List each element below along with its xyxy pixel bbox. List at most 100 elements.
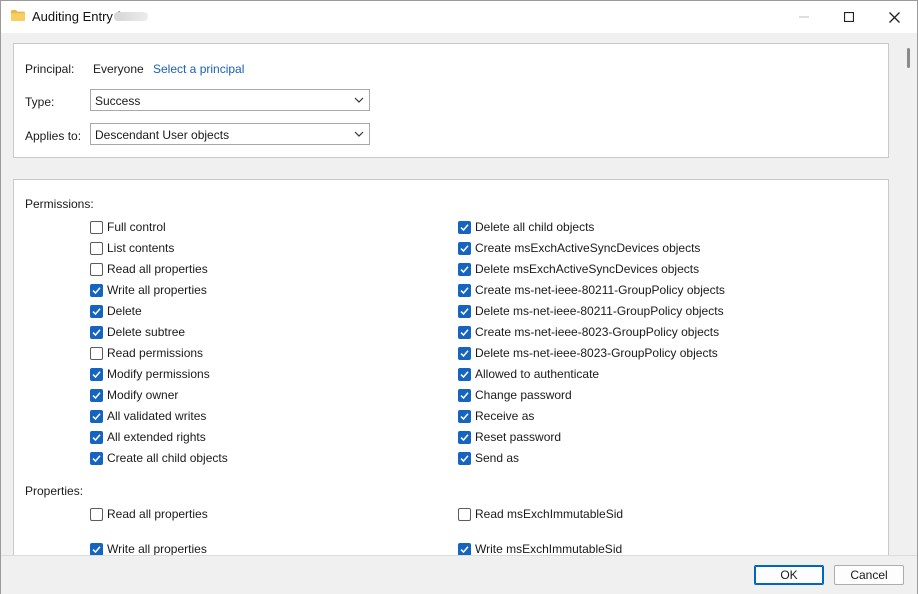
checkbox-label: Read all properties — [107, 507, 208, 521]
checkbox-checked[interactable] — [458, 367, 471, 381]
cancel-button[interactable]: Cancel — [834, 565, 904, 585]
permission-checkbox-row[interactable]: Create msExchActiveSyncDevices objects — [458, 240, 700, 256]
permission-checkbox-row[interactable]: Send as — [458, 450, 519, 466]
select-principal-link[interactable]: Select a principal — [153, 62, 244, 76]
checkbox-checked[interactable] — [458, 388, 471, 402]
permissions-label: Permissions: — [25, 197, 94, 211]
checkbox-checked[interactable] — [458, 451, 471, 465]
minimize-icon — [799, 16, 809, 18]
checkbox-checked[interactable] — [458, 542, 471, 556]
checkbox-checked[interactable] — [90, 542, 103, 556]
permission-checkbox-row[interactable]: List contents — [90, 240, 174, 256]
applies-to-select-value: Descendant User objects — [95, 128, 230, 142]
ok-button[interactable]: OK — [754, 565, 824, 585]
title-bar[interactable]: Auditing Entry for — [1, 1, 917, 33]
checkbox-label: Write msExchImmutableSid — [475, 542, 623, 556]
permission-checkbox-row[interactable]: Read all properties — [90, 506, 208, 522]
checkbox-label: All validated writes — [107, 409, 207, 423]
checkbox-label: Create ms-net-ieee-80211-GroupPolicy obj… — [475, 283, 725, 297]
permission-checkbox-row[interactable]: Delete ms-net-ieee-8023-GroupPolicy obje… — [458, 345, 718, 361]
checkbox-checked[interactable] — [458, 430, 471, 444]
permission-checkbox-row[interactable]: Delete subtree — [90, 324, 185, 340]
permission-checkbox-row[interactable]: Read all properties — [90, 261, 208, 277]
permission-checkbox-row[interactable]: Write all properties — [90, 282, 207, 298]
checkbox-checked[interactable] — [90, 325, 103, 339]
permission-checkbox-row[interactable]: Create ms-net-ieee-80211-GroupPolicy obj… — [458, 282, 725, 298]
permission-checkbox-row[interactable]: Create all child objects — [90, 450, 228, 466]
checkbox-unchecked[interactable] — [90, 241, 103, 255]
permission-checkbox-row[interactable]: Delete ms-net-ieee-80211-GroupPolicy obj… — [458, 303, 724, 319]
checkbox-unchecked[interactable] — [90, 262, 103, 276]
principal-value: Everyone — [93, 62, 144, 76]
checkbox-checked[interactable] — [458, 409, 471, 423]
permission-checkbox-row[interactable]: Create ms-net-ieee-8023-GroupPolicy obje… — [458, 324, 719, 340]
checkbox-label: Modify permissions — [107, 367, 210, 381]
permission-checkbox-row[interactable]: All validated writes — [90, 408, 206, 424]
checkbox-checked[interactable] — [458, 304, 471, 318]
checkbox-checked[interactable] — [458, 241, 471, 255]
permission-checkbox-row[interactable]: Full control — [90, 219, 166, 235]
checkbox-checked[interactable] — [90, 451, 103, 465]
checkbox-checked[interactable] — [458, 262, 471, 276]
checkbox-checked[interactable] — [458, 220, 471, 234]
checkbox-unchecked[interactable] — [90, 346, 103, 360]
checkbox-label: Delete ms-net-ieee-8023-GroupPolicy obje… — [475, 346, 718, 360]
permission-checkbox-row[interactable]: Delete all child objects — [458, 219, 594, 235]
checkbox-label: Reset password — [475, 430, 562, 444]
checkmark-icon — [460, 454, 469, 462]
vertical-scrollbar[interactable] — [903, 43, 913, 555]
type-select[interactable]: Success — [90, 89, 370, 111]
permission-checkbox-row[interactable]: Delete — [90, 303, 142, 319]
close-icon — [888, 11, 900, 23]
checkbox-checked[interactable] — [90, 388, 103, 402]
chevron-down-icon — [354, 131, 364, 137]
permission-checkbox-row[interactable]: Delete msExchActiveSyncDevices objects — [458, 261, 699, 277]
checkbox-checked[interactable] — [90, 283, 103, 297]
checkbox-label: Read permissions — [107, 346, 204, 360]
checkmark-icon — [460, 349, 469, 357]
checkbox-label: Delete msExchActiveSyncDevices objects — [475, 262, 700, 276]
checkmark-icon — [460, 286, 469, 294]
permission-checkbox-row[interactable]: All extended rights — [90, 429, 206, 445]
checkbox-label: Delete subtree — [107, 325, 186, 339]
principal-panel: Principal: Everyone Select a principal T… — [13, 43, 889, 158]
checkbox-checked[interactable] — [90, 304, 103, 318]
checkbox-unchecked[interactable] — [90, 220, 103, 234]
checkbox-checked[interactable] — [90, 430, 103, 444]
permission-checkbox-row[interactable]: Reset password — [458, 429, 561, 445]
maximize-button[interactable] — [826, 1, 872, 33]
scrollbar-thumb[interactable] — [907, 48, 910, 68]
checkmark-icon — [92, 412, 101, 420]
permission-checkbox-row[interactable]: Receive as — [458, 408, 534, 424]
checkbox-label: Create all child objects — [107, 451, 228, 465]
minimize-button[interactable] — [781, 1, 827, 33]
checkbox-label: Read msExchImmutableSid — [475, 507, 624, 521]
checkmark-icon — [460, 328, 469, 336]
checkbox-label: Change password — [475, 388, 572, 402]
permission-checkbox-row[interactable]: Modify permissions — [90, 366, 210, 382]
permission-checkbox-row[interactable]: Allowed to authenticate — [458, 366, 599, 382]
checkbox-label: Allowed to authenticate — [475, 367, 600, 381]
permission-checkbox-row[interactable]: Modify owner — [90, 387, 178, 403]
checkbox-unchecked[interactable] — [90, 507, 103, 521]
close-button[interactable] — [871, 1, 917, 33]
folder-icon — [11, 10, 25, 21]
checkbox-unchecked[interactable] — [458, 507, 471, 521]
checkmark-icon — [460, 412, 469, 420]
applies-to-select[interactable]: Descendant User objects — [90, 123, 370, 145]
permission-checkbox-row[interactable]: Change password — [458, 387, 572, 403]
permission-checkbox-row[interactable]: Read permissions — [90, 345, 203, 361]
checkbox-checked[interactable] — [90, 409, 103, 423]
principal-label: Principal: — [25, 62, 75, 76]
checkmark-icon — [460, 545, 469, 553]
checkbox-checked[interactable] — [458, 325, 471, 339]
checkmark-icon — [92, 328, 101, 336]
checkbox-checked[interactable] — [458, 346, 471, 360]
checkbox-checked[interactable] — [458, 283, 471, 297]
checkbox-label: All extended rights — [107, 430, 206, 444]
checkmark-icon — [92, 391, 101, 399]
checkmark-icon — [92, 370, 101, 378]
permission-checkbox-row[interactable]: Read msExchImmutableSid — [458, 506, 623, 522]
checkbox-checked[interactable] — [90, 367, 103, 381]
checkbox-label: Write all properties — [107, 542, 207, 556]
